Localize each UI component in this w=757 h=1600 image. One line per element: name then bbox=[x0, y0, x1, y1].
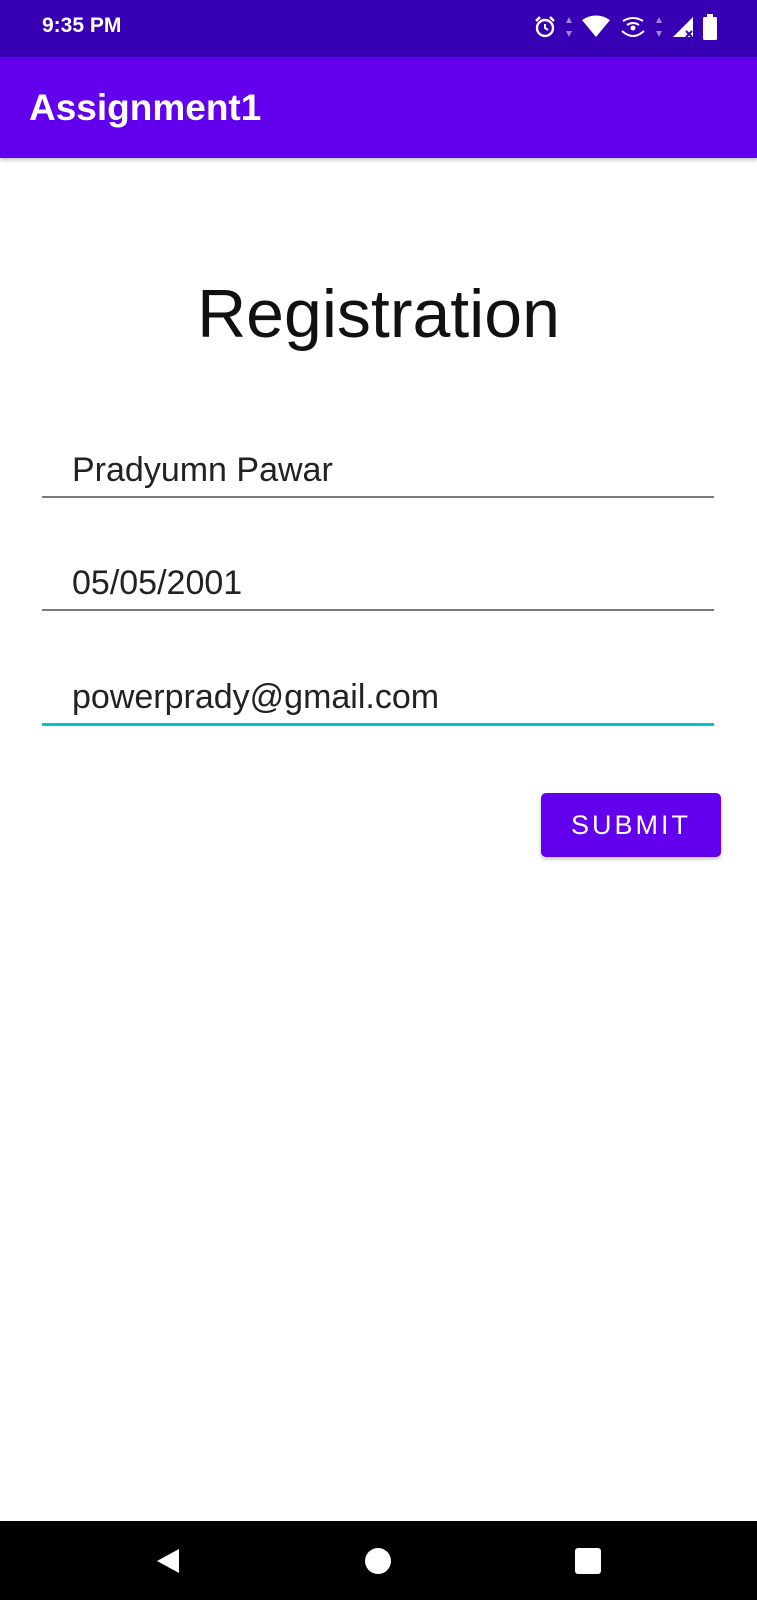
email-input[interactable] bbox=[72, 678, 692, 717]
app-title: Assignment1 bbox=[29, 87, 262, 128]
status-icons bbox=[533, 12, 717, 42]
signal-icon bbox=[671, 15, 695, 39]
status-time: 9:35 PM bbox=[42, 14, 122, 37]
status-bar: 9:35 PM bbox=[0, 0, 757, 57]
alarm-icon bbox=[533, 15, 557, 39]
screen: 9:35 PM Assignment1 Registration Pradyum… bbox=[0, 0, 757, 1600]
wifi-icon bbox=[581, 15, 611, 39]
battery-icon bbox=[703, 14, 717, 40]
submit-button[interactable]: SUBMIT bbox=[541, 793, 721, 857]
back-button[interactable] bbox=[148, 1541, 188, 1581]
recents-button[interactable] bbox=[568, 1541, 608, 1581]
home-button[interactable] bbox=[358, 1541, 398, 1581]
page-title: Registration bbox=[197, 276, 560, 352]
app-bar: Assignment1 bbox=[0, 57, 757, 158]
name-field[interactable] bbox=[42, 434, 714, 498]
dob-input[interactable] bbox=[72, 564, 692, 603]
dob-field[interactable] bbox=[42, 547, 714, 611]
email-field[interactable] bbox=[42, 661, 714, 726]
back-icon bbox=[157, 1549, 179, 1573]
name-input[interactable] bbox=[72, 451, 692, 490]
recents-icon bbox=[575, 1548, 601, 1574]
hotspot-icon bbox=[619, 15, 647, 39]
home-icon bbox=[365, 1548, 391, 1574]
navigation-bar bbox=[0, 1521, 757, 1600]
data-arrows-icon bbox=[565, 16, 573, 38]
data-arrows-icon bbox=[655, 16, 663, 38]
